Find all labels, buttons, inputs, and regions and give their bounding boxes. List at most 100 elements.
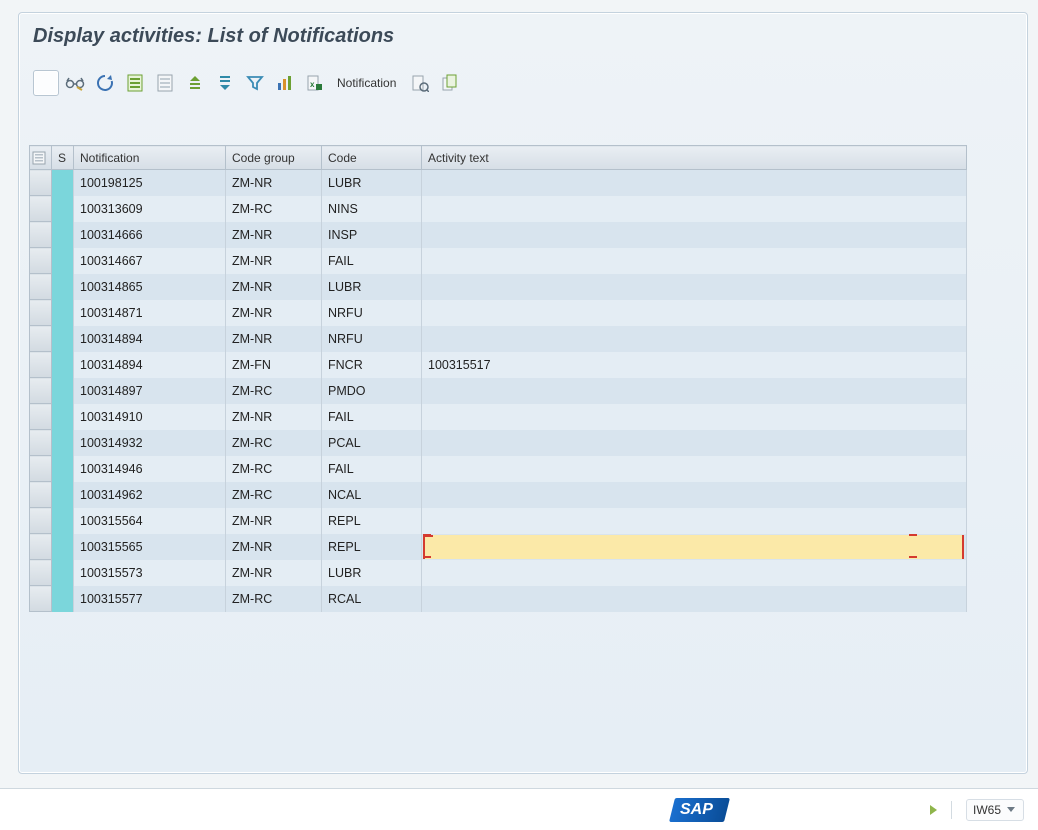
row-selector[interactable]	[30, 586, 52, 612]
code-cell: NINS	[322, 196, 422, 222]
column-notification[interactable]: Notification	[74, 146, 226, 170]
row-selector[interactable]	[30, 196, 52, 222]
notification-cell: 100314894	[74, 352, 226, 378]
activity-text-cell[interactable]	[422, 170, 967, 196]
activity-text-cell[interactable]	[422, 326, 967, 352]
column-select-all[interactable]	[30, 146, 52, 170]
activity-text-cell[interactable]	[422, 482, 967, 508]
code-cell: FNCR	[322, 352, 422, 378]
table-row[interactable]: 100314910ZM-NRFAIL	[30, 404, 967, 430]
row-selector[interactable]	[30, 456, 52, 482]
code-cell: REPL	[322, 534, 422, 560]
row-selector[interactable]	[30, 508, 52, 534]
column-code[interactable]: Code	[322, 146, 422, 170]
export-excel-icon[interactable]: x	[301, 69, 329, 97]
table-row[interactable]: 100314871ZM-NRNRFU	[30, 300, 967, 326]
notification-label: Notification	[331, 76, 404, 90]
table-row[interactable]: 100314932ZM-RCPCAL	[30, 430, 967, 456]
notification-cell: 100314946	[74, 456, 226, 482]
notification-cell: 100314910	[74, 404, 226, 430]
status-cell	[52, 274, 74, 300]
status-marker-icon	[52, 222, 73, 248]
activity-text-cell[interactable]	[422, 222, 967, 248]
status-cell	[52, 196, 74, 222]
status-marker-icon	[52, 430, 73, 456]
table-row[interactable]: 100314962ZM-RCNCAL	[30, 482, 967, 508]
activity-text-cell[interactable]	[422, 300, 967, 326]
row-selector[interactable]	[30, 430, 52, 456]
activity-text-cell[interactable]	[422, 586, 967, 612]
row-selector[interactable]	[30, 170, 52, 196]
code_group-cell: ZM-NR	[226, 300, 322, 326]
column-code-group[interactable]: Code group	[226, 146, 322, 170]
table-row[interactable]: 100315573ZM-NRLUBR	[30, 560, 967, 586]
table-row[interactable]: 100315577ZM-RCRCAL	[30, 586, 967, 612]
activity-text-cell[interactable]	[422, 404, 967, 430]
row-selector[interactable]	[30, 378, 52, 404]
code-cell: FAIL	[322, 456, 422, 482]
sort-desc-icon[interactable]	[211, 69, 239, 97]
row-selector[interactable]	[30, 482, 52, 508]
notification-cell: 100314962	[74, 482, 226, 508]
code_group-cell: ZM-NR	[226, 222, 322, 248]
code_group-cell: ZM-NR	[226, 170, 322, 196]
table-row[interactable]: 100315564ZM-NRREPL	[30, 508, 967, 534]
svg-text:x: x	[310, 80, 315, 89]
activity-text-cell[interactable]	[422, 248, 967, 274]
row-selector[interactable]	[30, 534, 52, 560]
code_group-cell: ZM-RC	[226, 196, 322, 222]
refresh-icon[interactable]	[91, 69, 119, 97]
status-cell	[52, 248, 74, 274]
table-row[interactable]: 100313609ZM-RCNINS	[30, 196, 967, 222]
code_group-cell: ZM-RC	[226, 586, 322, 612]
activity-text-cell[interactable]	[422, 196, 967, 222]
glasses-icon[interactable]	[61, 69, 89, 97]
play-indicator-icon[interactable]	[930, 805, 937, 815]
activity-text-cell[interactable]	[422, 430, 967, 456]
row-selector[interactable]	[30, 300, 52, 326]
table-row[interactable]: 100198125ZM-NRLUBR	[30, 170, 967, 196]
select-all-icon[interactable]	[121, 69, 149, 97]
code-cell: NRFU	[322, 300, 422, 326]
column-activity-text[interactable]: Activity text	[422, 146, 967, 170]
cell-editor[interactable]	[423, 535, 964, 559]
status-cell	[52, 586, 74, 612]
blank-button[interactable]	[33, 70, 59, 96]
table-row[interactable]: 100314666ZM-NRINSP	[30, 222, 967, 248]
sort-asc-icon[interactable]	[181, 69, 209, 97]
activity-text-cell[interactable]: 100315517	[422, 352, 967, 378]
copy-icon[interactable]	[436, 69, 464, 97]
table-row[interactable]: 100314894ZM-FNFNCR100315517	[30, 352, 967, 378]
row-selector[interactable]	[30, 248, 52, 274]
code_group-cell: ZM-RC	[226, 456, 322, 482]
activity-text-cell[interactable]	[422, 560, 967, 586]
activity-text-cell[interactable]	[422, 534, 967, 560]
row-selector[interactable]	[30, 326, 52, 352]
activity-text-cell[interactable]	[422, 274, 967, 300]
table-row[interactable]: 100314897ZM-RCPMDO	[30, 378, 967, 404]
table-row[interactable]: 100315565ZM-NRREPL	[30, 534, 967, 560]
chart-icon[interactable]	[271, 69, 299, 97]
code-cell: INSP	[322, 222, 422, 248]
notification-cell: 100315573	[74, 560, 226, 586]
table-row[interactable]: 100314667ZM-NRFAIL	[30, 248, 967, 274]
row-selector[interactable]	[30, 274, 52, 300]
table-row[interactable]: 100314865ZM-NRLUBR	[30, 274, 967, 300]
code-cell: LUBR	[322, 274, 422, 300]
row-selector[interactable]	[30, 404, 52, 430]
status-marker-icon	[52, 170, 73, 196]
activity-text-cell[interactable]	[422, 508, 967, 534]
row-selector[interactable]	[30, 560, 52, 586]
row-selector[interactable]	[30, 352, 52, 378]
activity-text-cell[interactable]	[422, 456, 967, 482]
deselect-all-icon[interactable]	[151, 69, 179, 97]
filter-icon[interactable]	[241, 69, 269, 97]
row-selector[interactable]	[30, 222, 52, 248]
print-preview-icon[interactable]	[406, 69, 434, 97]
activity-text-cell[interactable]	[422, 378, 967, 404]
table-row[interactable]: 100314894ZM-NRNRFU	[30, 326, 967, 352]
transaction-code-chip[interactable]: IW65	[966, 799, 1024, 821]
sap-logo: SAP	[669, 798, 730, 822]
table-row[interactable]: 100314946ZM-RCFAIL	[30, 456, 967, 482]
column-s[interactable]: S	[52, 146, 74, 170]
